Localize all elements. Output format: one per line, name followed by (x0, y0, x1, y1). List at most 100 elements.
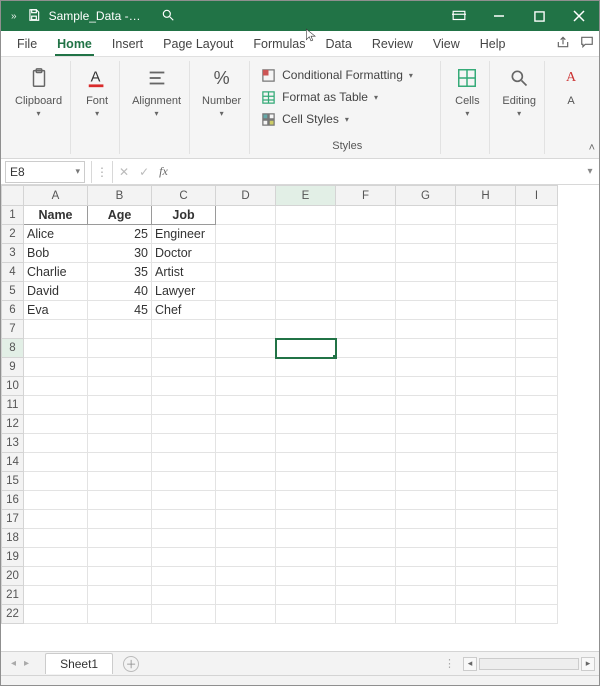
minimize-button[interactable] (479, 1, 519, 31)
cell[interactable] (396, 586, 456, 605)
cell[interactable] (24, 529, 88, 548)
cell[interactable] (88, 510, 152, 529)
cell[interactable] (516, 339, 558, 358)
cell[interactable] (152, 320, 216, 339)
cell[interactable] (88, 567, 152, 586)
cell[interactable] (396, 282, 456, 301)
row-header[interactable]: 3 (2, 244, 24, 263)
cell[interactable] (336, 339, 396, 358)
cell[interactable] (456, 586, 516, 605)
row-header[interactable]: 12 (2, 415, 24, 434)
sheet-tab[interactable]: Sheet1 (45, 653, 113, 674)
cell[interactable] (276, 301, 336, 320)
cell[interactable]: Lawyer (152, 282, 216, 301)
cell[interactable] (152, 339, 216, 358)
cell[interactable] (336, 510, 396, 529)
cell[interactable] (216, 396, 276, 415)
row-header[interactable]: 1 (2, 206, 24, 225)
row-header[interactable]: 22 (2, 605, 24, 624)
cell[interactable]: Artist (152, 263, 216, 282)
cell[interactable] (456, 396, 516, 415)
comments-icon[interactable] (575, 35, 599, 52)
name-box-dropdown-icon[interactable]: ▾ (75, 166, 80, 177)
cell[interactable] (456, 244, 516, 263)
cell[interactable] (456, 567, 516, 586)
cell[interactable] (216, 377, 276, 396)
cell[interactable] (276, 377, 336, 396)
cell[interactable] (516, 282, 558, 301)
hscroll-right-icon[interactable]: ▸ (581, 657, 595, 671)
cell[interactable]: Name (24, 206, 88, 225)
cell[interactable] (396, 358, 456, 377)
cell[interactable] (276, 320, 336, 339)
hscroll-left-icon[interactable]: ◂ (463, 657, 477, 671)
name-box[interactable]: E8 ▾ (5, 161, 85, 183)
cell[interactable] (276, 453, 336, 472)
insert-function-icon[interactable]: fx (159, 164, 168, 179)
column-header[interactable]: D (216, 186, 276, 206)
cell[interactable] (24, 605, 88, 624)
cell[interactable] (516, 396, 558, 415)
column-header[interactable]: C (152, 186, 216, 206)
cell[interactable] (396, 206, 456, 225)
cell[interactable] (336, 358, 396, 377)
cell[interactable] (88, 415, 152, 434)
cell[interactable] (516, 605, 558, 624)
quickaccess-overflow-icon[interactable]: » (7, 11, 21, 22)
collapse-ribbon-icon[interactable]: ˄ (589, 142, 595, 154)
tab-data[interactable]: Data (315, 33, 361, 55)
cell[interactable] (152, 434, 216, 453)
cell[interactable]: Age (88, 206, 152, 225)
cell[interactable] (152, 472, 216, 491)
cell[interactable] (456, 320, 516, 339)
cell[interactable] (396, 434, 456, 453)
cell[interactable] (24, 472, 88, 491)
row-header[interactable]: 10 (2, 377, 24, 396)
cell[interactable] (516, 358, 558, 377)
cell[interactable] (336, 263, 396, 282)
cell[interactable] (216, 206, 276, 225)
row-header[interactable]: 2 (2, 225, 24, 244)
cell[interactable] (396, 567, 456, 586)
cell[interactable] (456, 605, 516, 624)
cell[interactable] (216, 586, 276, 605)
column-header[interactable]: A (24, 186, 88, 206)
cell[interactable] (88, 396, 152, 415)
cell[interactable]: David (24, 282, 88, 301)
cell[interactable] (276, 548, 336, 567)
column-header[interactable]: H (456, 186, 516, 206)
cell[interactable] (396, 320, 456, 339)
expand-formula-bar-icon[interactable]: ▾ (581, 166, 599, 177)
cell[interactable] (396, 396, 456, 415)
cell[interactable] (276, 339, 336, 358)
cell[interactable] (276, 225, 336, 244)
font-button[interactable]: A Font ▾ (81, 63, 113, 120)
cell[interactable] (396, 225, 456, 244)
cell[interactable] (336, 529, 396, 548)
cell[interactable] (216, 301, 276, 320)
cell[interactable] (88, 434, 152, 453)
cell[interactable] (152, 510, 216, 529)
cell[interactable] (336, 377, 396, 396)
cell[interactable] (88, 339, 152, 358)
cell[interactable] (396, 510, 456, 529)
cell[interactable] (516, 491, 558, 510)
cell[interactable] (216, 567, 276, 586)
cell[interactable] (396, 529, 456, 548)
cell[interactable] (396, 491, 456, 510)
cell[interactable] (24, 358, 88, 377)
column-header[interactable]: G (396, 186, 456, 206)
cell[interactable]: Doctor (152, 244, 216, 263)
cell[interactable] (516, 244, 558, 263)
cell[interactable] (396, 244, 456, 263)
cell[interactable] (152, 358, 216, 377)
cell[interactable] (336, 206, 396, 225)
column-header[interactable]: B (88, 186, 152, 206)
cell[interactable] (276, 358, 336, 377)
cell[interactable] (88, 377, 152, 396)
row-header[interactable]: 11 (2, 396, 24, 415)
cell[interactable] (24, 567, 88, 586)
cell[interactable]: Eva (24, 301, 88, 320)
cell[interactable] (24, 548, 88, 567)
cell[interactable] (456, 491, 516, 510)
